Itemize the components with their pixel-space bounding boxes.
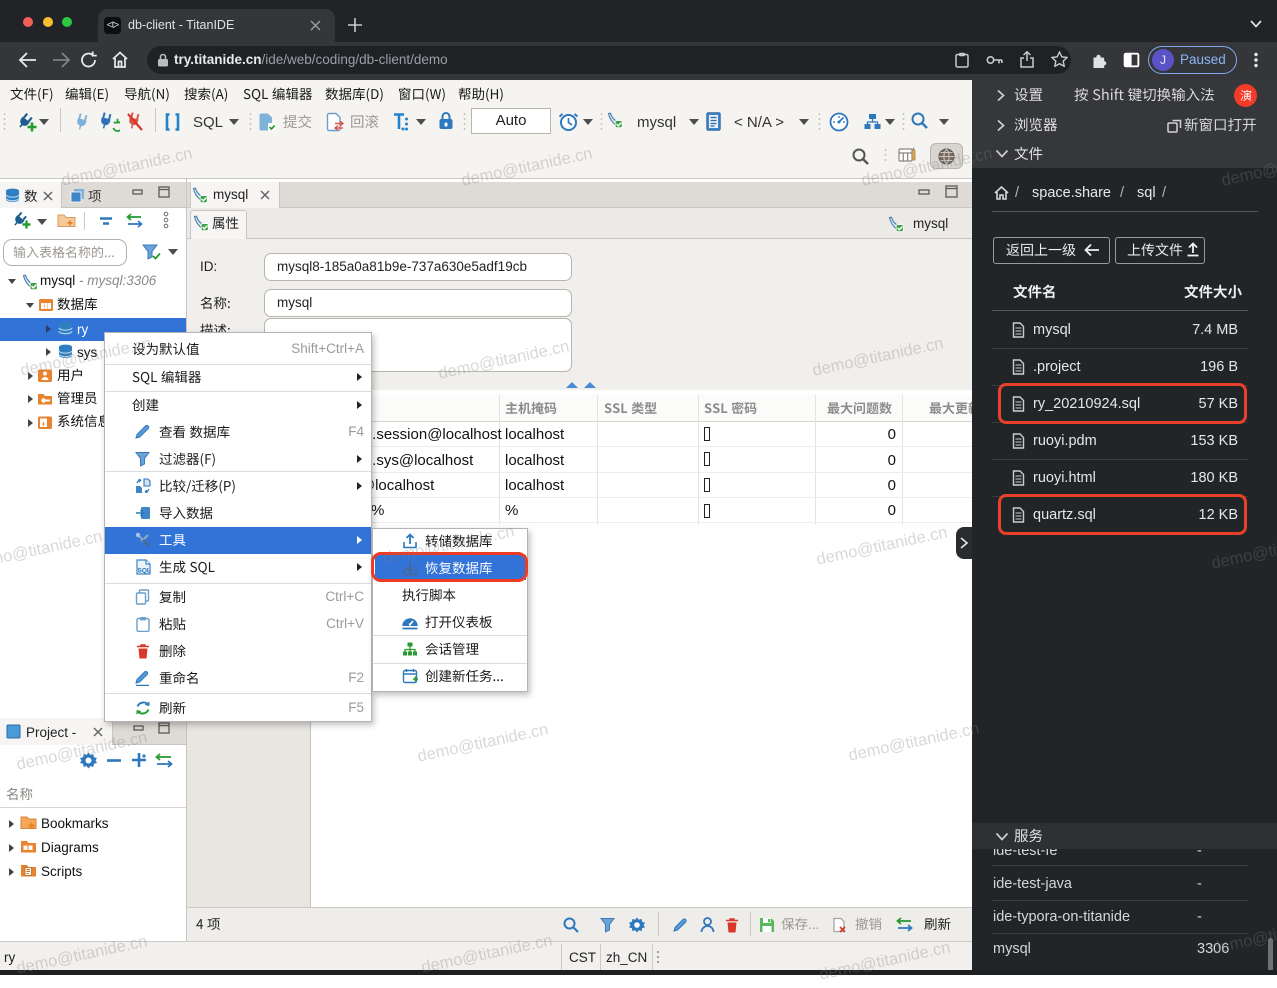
svg-text:SQL: SQL — [138, 568, 151, 575]
